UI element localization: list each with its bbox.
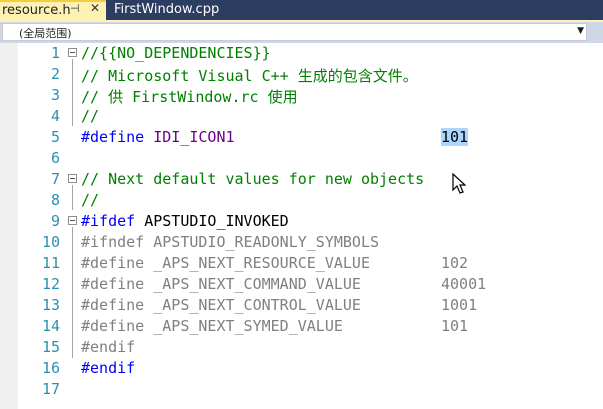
code-line[interactable]: 13 #define _APS_NEXT_CONTROL_VALUE 1001 xyxy=(0,295,603,316)
code-line[interactable]: 11 #define _APS_NEXT_RESOURCE_VALUE 102 xyxy=(0,253,603,274)
code-text: // xyxy=(81,107,99,125)
code-line[interactable]: 9 #ifdef APSTUDIO_INVOKED xyxy=(0,211,603,232)
line-number: 5 xyxy=(50,128,60,146)
line-number: 9 xyxy=(50,212,60,230)
code-token: #define _APS_NEXT_CONTROL_VALUE xyxy=(81,296,361,314)
document-tab-strip: resource.h ⊣ ✕ FirstWindow.cpp xyxy=(0,0,603,22)
code-token: // Microsoft Visual C++ 生成的包含文件。 xyxy=(81,67,418,85)
code-token: // xyxy=(81,107,100,125)
fold-toggle-icon[interactable] xyxy=(68,48,77,57)
code-line[interactable]: 16 #endif xyxy=(0,358,603,379)
code-line[interactable]: 4 // xyxy=(0,106,603,127)
code-text: #define _APS_NEXT_COMMAND_VALUE xyxy=(81,275,361,293)
close-icon[interactable]: ✕ xyxy=(90,1,100,15)
code-token: #endif xyxy=(81,338,136,356)
code-token: #endif xyxy=(81,359,136,377)
line-number: 6 xyxy=(50,149,60,167)
tab-label: FirstWindow.cpp xyxy=(114,2,220,17)
code-line[interactable]: 2 // Microsoft Visual C++ 生成的包含文件。 xyxy=(0,64,603,85)
navigation-bar: (全局范围) ▼ xyxy=(0,22,603,43)
code-token: #define _APS_NEXT_SYMED_VALUE xyxy=(81,317,343,335)
code-token: #define _APS_NEXT_RESOURCE_VALUE xyxy=(81,254,370,272)
code-editor[interactable]: 1 //{{NO_DEPENDENCIES}} 2 // Microsoft Visu… xyxy=(0,43,603,409)
line-number: 4 xyxy=(50,107,60,125)
code-token: // 供 FirstWindow.rc 使用 xyxy=(81,88,298,106)
fold-toggle-icon[interactable] xyxy=(68,216,77,225)
line-number: 8 xyxy=(50,191,60,209)
code-text: #endif xyxy=(81,338,135,356)
line-number: 14 xyxy=(41,317,60,335)
mouse-cursor-icon xyxy=(452,172,467,199)
code-token: // Next default values for new objects xyxy=(81,170,425,188)
line-number: 10 xyxy=(41,233,60,251)
tab-label: resource.h xyxy=(2,3,71,18)
fold-guide xyxy=(72,227,73,358)
code-token: #define xyxy=(81,128,145,146)
define-value: 101 xyxy=(441,317,469,335)
selected-value: 101 xyxy=(441,128,469,146)
scope-dropdown-value: (全局范围) xyxy=(19,27,72,40)
code-line[interactable]: 14 #define _APS_NEXT_SYMED_VALUE 101 xyxy=(0,316,603,337)
tab-resource-h[interactable]: resource.h ⊣ ✕ xyxy=(0,0,106,20)
code-text: #endif xyxy=(81,359,135,377)
line-number: 13 xyxy=(41,296,60,314)
code-line[interactable]: 17 xyxy=(0,379,603,400)
code-line[interactable]: 3 // 供 FirstWindow.rc 使用 xyxy=(0,85,603,106)
code-text: #define _APS_NEXT_SYMED_VALUE xyxy=(81,317,343,335)
define-value: 1001 xyxy=(441,296,478,314)
line-number: 11 xyxy=(41,254,60,272)
code-text: #ifndef APSTUDIO_READONLY_SYMBOLS xyxy=(81,233,379,251)
code-text: // Next default values for new objects xyxy=(81,170,424,188)
code-line[interactable]: 8 // xyxy=(0,190,603,211)
code-text: #define _APS_NEXT_RESOURCE_VALUE xyxy=(81,254,370,272)
code-text: //{{NO_DEPENDENCIES}} xyxy=(81,44,271,62)
code-line[interactable]: 1 //{{NO_DEPENDENCIES}} xyxy=(0,43,603,64)
code-text: #ifdef APSTUDIO_INVOKED xyxy=(81,212,289,230)
code-text: // Microsoft Visual C++ 生成的包含文件。 xyxy=(81,65,418,86)
code-token: IDI_ICON1 xyxy=(153,128,235,146)
code-line[interactable]: 12 #define _APS_NEXT_COMMAND_VALUE 40001 xyxy=(0,274,603,295)
code-line[interactable]: 7 // Next default values for new objects xyxy=(0,169,603,190)
line-number: 15 xyxy=(41,338,60,356)
fold-toggle-icon[interactable] xyxy=(68,174,77,183)
code-line[interactable]: 5 #define IDI_ICON1 101 xyxy=(0,127,603,148)
line-number: 2 xyxy=(50,65,60,83)
code-token: #ifndef APSTUDIO_READONLY_SYMBOLS xyxy=(81,233,380,251)
code-token: // xyxy=(81,191,100,209)
define-value: 102 xyxy=(441,254,469,272)
tab-firstwindow-cpp[interactable]: FirstWindow.cpp xyxy=(108,0,238,20)
code-token: //{{NO_DEPENDENCIES}} xyxy=(81,44,271,62)
chevron-down-icon[interactable]: ▼ xyxy=(577,26,584,36)
pin-icon[interactable]: ⊣ xyxy=(70,2,80,15)
line-number: 16 xyxy=(41,359,60,377)
code-token: APSTUDIO_INVOKED xyxy=(135,212,289,230)
code-token: #ifdef xyxy=(81,212,136,230)
code-text: // 供 FirstWindow.rc 使用 xyxy=(81,86,298,107)
line-number: 7 xyxy=(50,170,60,188)
line-number: 12 xyxy=(41,275,60,293)
define-value: 40001 xyxy=(441,275,487,293)
code-text: #define _APS_NEXT_CONTROL_VALUE xyxy=(81,296,361,314)
code-line[interactable]: 15 #endif xyxy=(0,337,603,358)
line-number: 1 xyxy=(50,44,60,62)
fold-guide xyxy=(72,59,73,126)
fold-guide xyxy=(72,185,73,210)
code-line[interactable]: 10 #ifndef APSTUDIO_READONLY_SYMBOLS xyxy=(0,232,603,253)
code-token: #define _APS_NEXT_COMMAND_VALUE xyxy=(81,275,361,293)
code-text: #define IDI_ICON1 xyxy=(81,128,235,146)
line-number: 17 xyxy=(41,380,60,398)
line-number: 3 xyxy=(50,86,60,104)
scope-dropdown[interactable]: (全局范围) ▼ xyxy=(2,23,587,41)
code-text: // xyxy=(81,191,99,209)
code-line[interactable]: 6 xyxy=(0,148,603,169)
